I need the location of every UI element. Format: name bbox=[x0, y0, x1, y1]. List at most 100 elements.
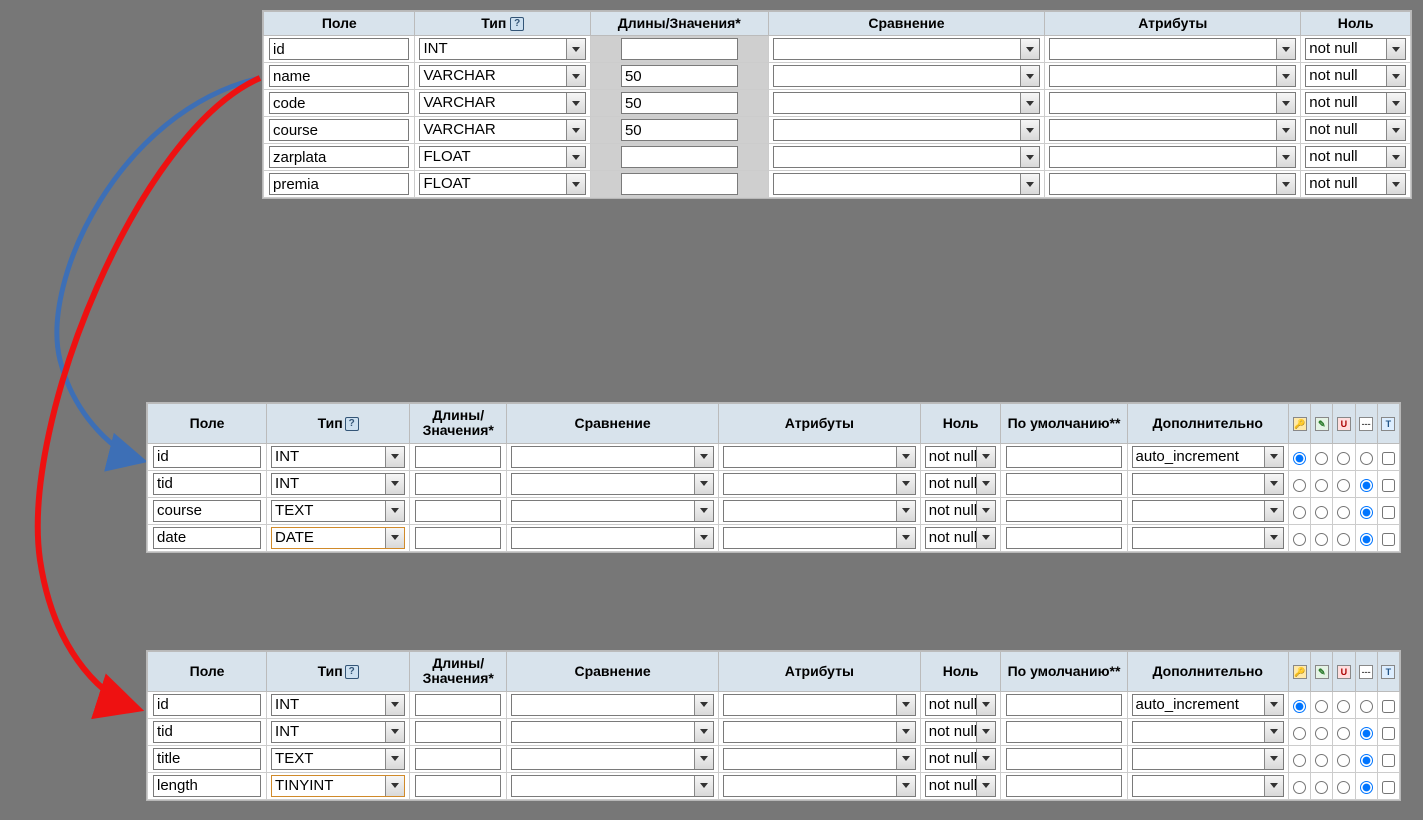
extra-select[interactable]: auto_increment bbox=[1132, 446, 1284, 468]
extra-select[interactable] bbox=[1132, 500, 1284, 522]
collation-select[interactable] bbox=[773, 146, 1041, 168]
fulltext-checkbox[interactable] bbox=[1382, 700, 1395, 713]
length-input[interactable] bbox=[621, 173, 738, 195]
attributes-select[interactable] bbox=[1049, 38, 1296, 60]
attributes-select[interactable] bbox=[723, 446, 916, 468]
field-name-input[interactable] bbox=[153, 473, 261, 495]
null-select[interactable]: not null bbox=[1305, 119, 1406, 141]
type-select[interactable]: TEXT bbox=[271, 500, 405, 522]
null-select[interactable]: not null bbox=[925, 446, 997, 468]
index-radio[interactable] bbox=[1315, 700, 1328, 713]
collation-select[interactable] bbox=[511, 500, 714, 522]
index-radio[interactable] bbox=[1360, 452, 1373, 465]
type-select[interactable]: INT bbox=[271, 473, 405, 495]
attributes-select[interactable] bbox=[723, 694, 916, 716]
collation-select[interactable] bbox=[511, 446, 714, 468]
length-input[interactable] bbox=[415, 721, 501, 743]
null-select[interactable]: not null bbox=[1305, 92, 1406, 114]
index-radio[interactable] bbox=[1293, 506, 1306, 519]
index-radio[interactable] bbox=[1315, 479, 1328, 492]
type-select[interactable]: INT bbox=[271, 694, 405, 716]
length-input[interactable] bbox=[621, 92, 738, 114]
attributes-select[interactable] bbox=[723, 500, 916, 522]
index-radio[interactable] bbox=[1360, 533, 1373, 546]
attributes-select[interactable] bbox=[723, 473, 916, 495]
type-select[interactable]: VARCHAR bbox=[419, 92, 585, 114]
field-name-input[interactable] bbox=[269, 92, 409, 114]
fulltext-checkbox[interactable] bbox=[1382, 781, 1395, 794]
index-radio[interactable] bbox=[1315, 754, 1328, 767]
index-radio[interactable] bbox=[1293, 754, 1306, 767]
index-radio[interactable] bbox=[1337, 781, 1350, 794]
field-name-input[interactable] bbox=[153, 775, 261, 797]
type-select[interactable]: VARCHAR bbox=[419, 65, 585, 87]
default-input[interactable] bbox=[1006, 775, 1121, 797]
null-select[interactable]: not null bbox=[925, 694, 997, 716]
index-radio[interactable] bbox=[1360, 754, 1373, 767]
type-select[interactable]: INT bbox=[419, 38, 585, 60]
fulltext-checkbox[interactable] bbox=[1382, 533, 1395, 546]
collation-select[interactable] bbox=[773, 173, 1041, 195]
index-radio[interactable] bbox=[1293, 781, 1306, 794]
attributes-select[interactable] bbox=[723, 748, 916, 770]
field-name-input[interactable] bbox=[153, 748, 261, 770]
index-radio[interactable] bbox=[1360, 781, 1373, 794]
index-radio[interactable] bbox=[1337, 700, 1350, 713]
collation-select[interactable] bbox=[773, 92, 1041, 114]
collation-select[interactable] bbox=[511, 694, 714, 716]
length-input[interactable] bbox=[621, 65, 738, 87]
extra-select[interactable] bbox=[1132, 775, 1284, 797]
null-select[interactable]: not null bbox=[925, 775, 997, 797]
index-radio[interactable] bbox=[1360, 727, 1373, 740]
default-input[interactable] bbox=[1006, 721, 1121, 743]
field-name-input[interactable] bbox=[269, 119, 409, 141]
field-name-input[interactable] bbox=[153, 694, 261, 716]
length-input[interactable] bbox=[621, 119, 738, 141]
index-radio[interactable] bbox=[1315, 727, 1328, 740]
index-radio[interactable] bbox=[1337, 754, 1350, 767]
length-input[interactable] bbox=[415, 473, 501, 495]
extra-select[interactable] bbox=[1132, 527, 1284, 549]
index-radio[interactable] bbox=[1337, 727, 1350, 740]
index-radio[interactable] bbox=[1315, 506, 1328, 519]
index-radio[interactable] bbox=[1315, 452, 1328, 465]
default-input[interactable] bbox=[1006, 500, 1121, 522]
attributes-select[interactable] bbox=[723, 721, 916, 743]
index-radio[interactable] bbox=[1293, 452, 1306, 465]
collation-select[interactable] bbox=[511, 748, 714, 770]
default-input[interactable] bbox=[1006, 527, 1121, 549]
null-select[interactable]: not null bbox=[1305, 146, 1406, 168]
index-radio[interactable] bbox=[1360, 479, 1373, 492]
attributes-select[interactable] bbox=[1049, 65, 1296, 87]
length-input[interactable] bbox=[415, 500, 501, 522]
field-name-input[interactable] bbox=[269, 146, 409, 168]
attributes-select[interactable] bbox=[723, 527, 916, 549]
collation-select[interactable] bbox=[511, 775, 714, 797]
length-input[interactable] bbox=[415, 748, 501, 770]
collation-select[interactable] bbox=[773, 65, 1041, 87]
default-input[interactable] bbox=[1006, 446, 1121, 468]
null-select[interactable]: not null bbox=[925, 500, 997, 522]
attributes-select[interactable] bbox=[1049, 92, 1296, 114]
type-select[interactable]: FLOAT bbox=[419, 146, 585, 168]
index-radio[interactable] bbox=[1337, 452, 1350, 465]
type-select[interactable]: INT bbox=[271, 446, 405, 468]
index-radio[interactable] bbox=[1337, 479, 1350, 492]
extra-select[interactable]: auto_increment bbox=[1132, 694, 1284, 716]
type-select[interactable]: DATE bbox=[271, 527, 405, 549]
attributes-select[interactable] bbox=[1049, 173, 1296, 195]
default-input[interactable] bbox=[1006, 473, 1121, 495]
collation-select[interactable] bbox=[511, 721, 714, 743]
default-input[interactable] bbox=[1006, 748, 1121, 770]
field-name-input[interactable] bbox=[269, 38, 409, 60]
fulltext-checkbox[interactable] bbox=[1382, 506, 1395, 519]
field-name-input[interactable] bbox=[153, 446, 261, 468]
index-radio[interactable] bbox=[1315, 781, 1328, 794]
fulltext-checkbox[interactable] bbox=[1382, 452, 1395, 465]
type-select[interactable]: TINYINT bbox=[271, 775, 405, 797]
type-select[interactable]: TEXT bbox=[271, 748, 405, 770]
index-radio[interactable] bbox=[1293, 727, 1306, 740]
field-name-input[interactable] bbox=[153, 500, 261, 522]
null-select[interactable]: not null bbox=[1305, 65, 1406, 87]
length-input[interactable] bbox=[415, 527, 501, 549]
